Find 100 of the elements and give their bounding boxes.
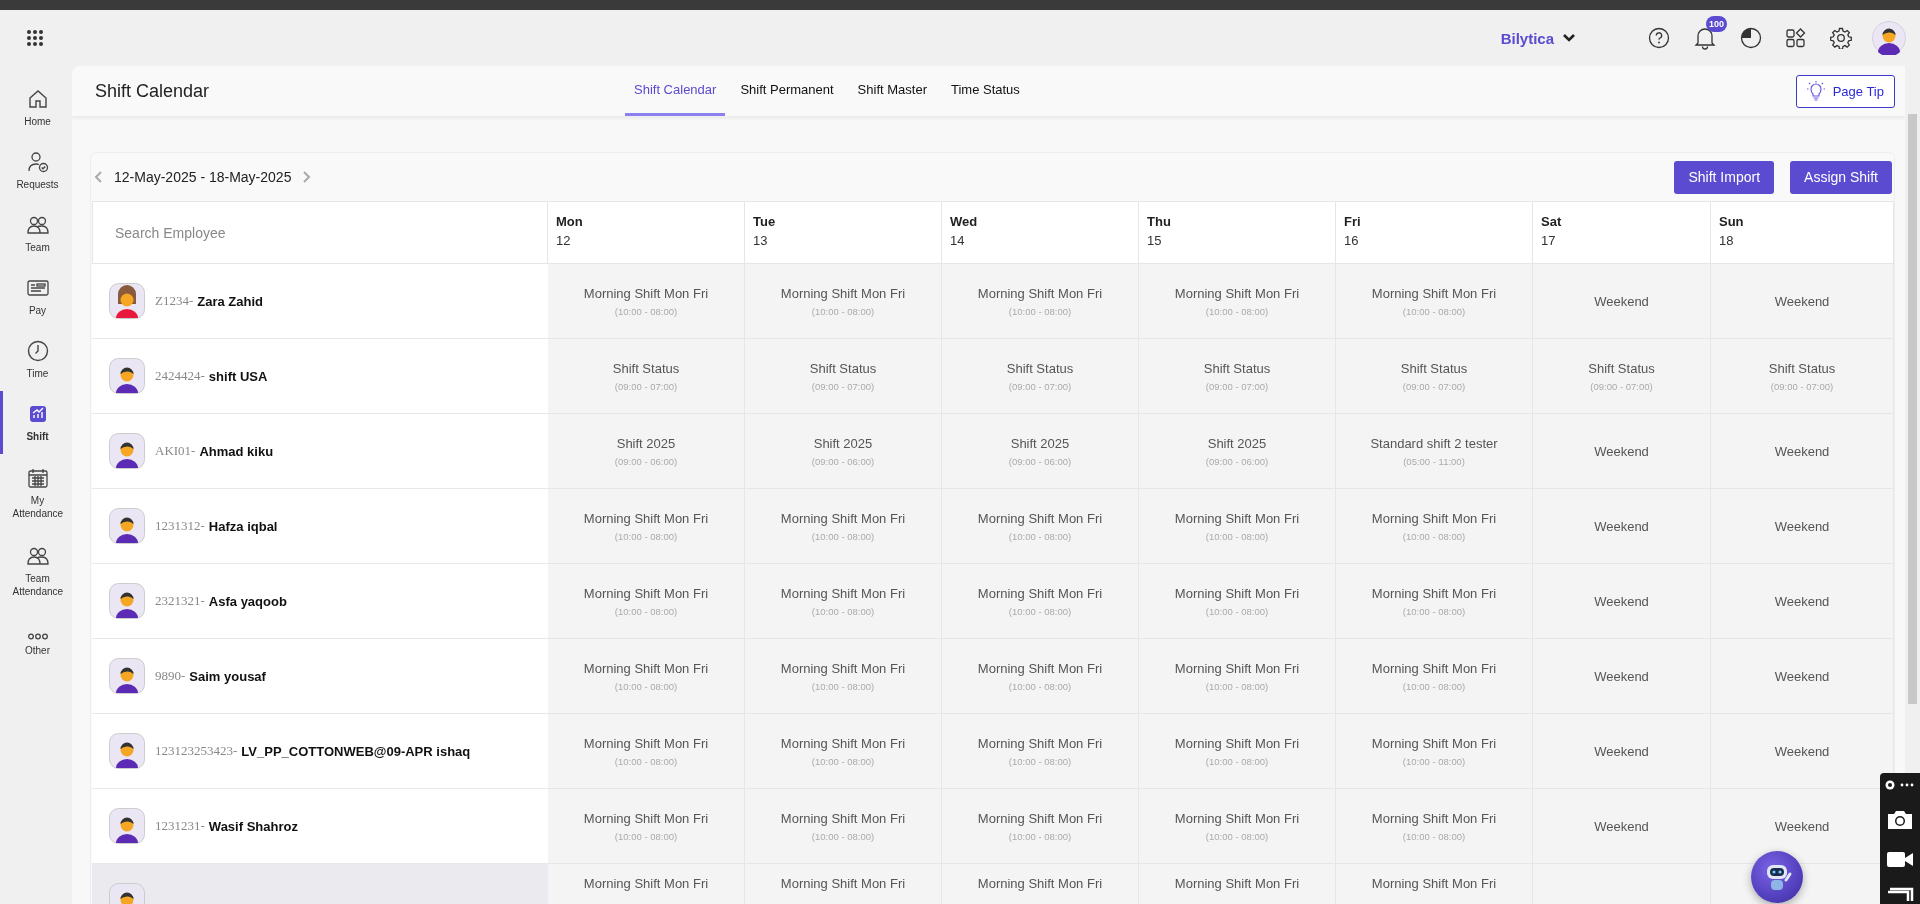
employee-avatar bbox=[109, 358, 145, 394]
shift-cell: Shift Status (09:00 - 07:00) bbox=[1711, 339, 1894, 414]
shift-cell: Morning Shift Mon Fri (10:00 - 08:00) bbox=[745, 489, 942, 564]
shift-cell: Morning Shift Mon Fri (10:00 - 08:00) bbox=[1336, 264, 1533, 339]
tab[interactable]: Shift Permanent bbox=[731, 66, 843, 116]
sidebar-item[interactable]: Home bbox=[0, 76, 72, 139]
caret-icon bbox=[1562, 33, 1576, 43]
shift-cell: Morning Shift Mon Fri (10:00 - 08:00) bbox=[745, 639, 942, 714]
shift-cell: Morning Shift Mon Fri (10:00 - 08:00) bbox=[1336, 789, 1533, 864]
scrollbar[interactable] bbox=[1908, 114, 1917, 704]
apps-icon[interactable] bbox=[1786, 28, 1806, 48]
shift-cell: Standard shift 2 tester (05:00 - 11:00) bbox=[1336, 414, 1533, 489]
employee-code: 9890- bbox=[155, 668, 186, 684]
employee-code: 2424424- bbox=[155, 368, 205, 384]
more-icon bbox=[26, 633, 49, 641]
app-launcher-icon[interactable] bbox=[26, 29, 44, 47]
employee-avatar bbox=[109, 658, 145, 694]
date-range: 12-May-2025 - 18-May-2025 bbox=[114, 169, 292, 185]
shift-cell: Weekend bbox=[1533, 264, 1711, 339]
search-field[interactable]: Search Employee bbox=[92, 201, 548, 264]
search-input[interactable]: Search Employee bbox=[115, 220, 415, 245]
shift-cell: Shift Status (09:00 - 07:00) bbox=[1139, 339, 1336, 414]
employee-name: shift USA bbox=[208, 368, 268, 384]
help-icon[interactable] bbox=[1648, 27, 1670, 49]
shift-cell: Morning Shift Mon Fri (10:00 - 08:00) bbox=[548, 639, 745, 714]
notification-bell-icon[interactable] bbox=[1694, 26, 1716, 50]
day-name: Sun bbox=[1719, 214, 1745, 229]
shift-cell: Morning Shift Mon Fri (10:00 - 08:00) bbox=[1336, 639, 1533, 714]
notification-badge: 100 bbox=[1706, 16, 1728, 32]
shift-cell: Morning Shift Mon Fri (10:00 - 08:00) bbox=[1139, 264, 1336, 339]
shift-import-button[interactable]: Shift Import bbox=[1674, 160, 1775, 194]
employee-avatar bbox=[109, 733, 145, 769]
shift-cell: Morning Shift Mon Fri (10:00 - 08:00) bbox=[1139, 489, 1336, 564]
shift-cell: Morning Shift Mon Fri (10:00 - 08:00) bbox=[745, 264, 942, 339]
lightbulb-icon bbox=[1806, 81, 1825, 101]
employee-avatar bbox=[109, 433, 145, 469]
shift-cell: Shift Status (09:00 - 07:00) bbox=[1533, 339, 1711, 414]
tab[interactable]: Shift Calendar bbox=[625, 66, 726, 116]
user-avatar[interactable] bbox=[1872, 21, 1906, 55]
sidebar-item[interactable]: Team Attendance bbox=[0, 532, 72, 610]
shift-cell: Morning Shift Mon Fri (10:00 - 08:00) bbox=[942, 639, 1139, 714]
employee-name: Zara Zahid bbox=[197, 293, 264, 309]
employee-name: LV_PP_COTTONWEB@09-APR ishaq bbox=[241, 743, 471, 759]
shift-cell: Morning Shift Mon Fri (10:00 - 08:00) bbox=[1139, 639, 1336, 714]
employee-name: Saim yousaf bbox=[189, 668, 266, 684]
day-date: 12 bbox=[556, 233, 572, 248]
video-camera-icon[interactable] bbox=[1886, 849, 1914, 869]
day-name: Wed bbox=[950, 214, 979, 229]
shift-cell: Weekend bbox=[1711, 489, 1894, 564]
shift-cell: Weekend bbox=[1533, 714, 1711, 789]
shift-cell: Morning Shift Mon Fri (10:00 - 08:00) bbox=[548, 714, 745, 789]
shift-cell: Morning Shift Mon Fri (10:00 - 08:00) bbox=[548, 264, 745, 339]
shift-cell: Shift Status (09:00 - 07:00) bbox=[548, 339, 745, 414]
day-date: 15 bbox=[1147, 233, 1163, 248]
employee-name: Hafza iqbal bbox=[208, 518, 278, 534]
sidebar-item[interactable]: Requests bbox=[0, 139, 72, 202]
tab[interactable]: Time Status bbox=[941, 66, 1029, 116]
shift-cell: Morning Shift Mon Fri (10:00 - 08:00) bbox=[942, 564, 1139, 639]
shift-cell: Morning Shift Mon Fri (10:00 - 08:00) bbox=[548, 489, 745, 564]
shift-cell: Weekend bbox=[1533, 414, 1711, 489]
page-tip-button[interactable]: Page Tip bbox=[1795, 74, 1895, 108]
day-name: Tue bbox=[753, 214, 777, 229]
camera-icon[interactable] bbox=[1886, 809, 1914, 831]
shift-cell: Weekend bbox=[1711, 414, 1894, 489]
employee-avatar bbox=[109, 283, 145, 319]
settings-icon[interactable] bbox=[1830, 27, 1852, 49]
employee-code: 2321321- bbox=[155, 593, 205, 609]
shift-cell: Weekend bbox=[1533, 489, 1711, 564]
shift-cell: Morning Shift Mon Fri (10:00 - 08:00) bbox=[942, 789, 1139, 864]
day-name: Mon bbox=[556, 214, 584, 229]
shift-cell: Weekend bbox=[1533, 564, 1711, 639]
shift-cell: Morning Shift Mon Fri (10:00 - 08:00) bbox=[942, 714, 1139, 789]
shift-cell: Morning Shift Mon Fri (10:00 - 08:00) bbox=[1336, 489, 1533, 564]
day-date: 16 bbox=[1344, 233, 1360, 248]
sidebar-item[interactable]: Pay bbox=[0, 265, 72, 328]
pie-chart-icon[interactable] bbox=[1740, 27, 1762, 49]
window-icon[interactable] bbox=[1886, 887, 1914, 901]
assign-shift-button[interactable]: Assign Shift bbox=[1790, 160, 1892, 194]
day-name: Fri bbox=[1344, 214, 1362, 229]
employee-code: 123123253423- bbox=[155, 743, 238, 759]
sidebar-item[interactable]: Team bbox=[0, 202, 72, 265]
person-check-icon bbox=[25, 149, 50, 174]
shift-cell: Morning Shift Mon Fri (10:00 - 08:00) bbox=[942, 264, 1139, 339]
tab[interactable]: Shift Master bbox=[848, 66, 936, 116]
shift-cell: Morning Shift Mon Fri (10:00 - 08:00) bbox=[745, 789, 942, 864]
sidebar-item[interactable]: Other bbox=[0, 614, 72, 677]
shift-cell: Shift 2025 (09:00 - 06:00) bbox=[745, 414, 942, 489]
sidebar-item[interactable]: My Attendance bbox=[0, 454, 72, 532]
day-date: 18 bbox=[1719, 233, 1735, 248]
sidebar-item[interactable]: Time bbox=[0, 328, 72, 391]
employee-code: Z1234- bbox=[155, 293, 194, 309]
employee-name: Ahmad kiku bbox=[199, 443, 274, 459]
shift-cell: Weekend bbox=[1711, 639, 1894, 714]
shift-cell: Shift Status (09:00 - 07:00) bbox=[1336, 339, 1533, 414]
company-switcher[interactable]: Bilytica bbox=[1500, 29, 1576, 47]
shift-cell: Morning Shift Mon Fri (10:00 - 08:00) bbox=[1336, 564, 1533, 639]
shift-cell: Morning Shift Mon Fri (10:00 - 08:00) bbox=[1336, 714, 1533, 789]
shift-cell: Morning Shift Mon Fri (10:00 - 08:00) bbox=[745, 714, 942, 789]
shift-cell: Morning Shift Mon Fri bbox=[1139, 864, 1336, 904]
day-date: 13 bbox=[753, 233, 769, 248]
